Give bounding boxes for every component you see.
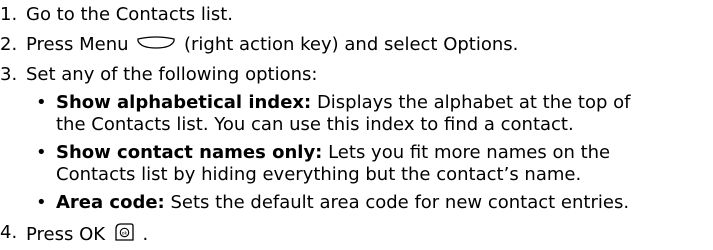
right-action-key-icon bbox=[136, 34, 176, 56]
step-text-before: Press OK bbox=[26, 224, 106, 245]
bullet: • bbox=[36, 92, 47, 113]
step-text: Press OK ok . bbox=[26, 222, 148, 248]
step-text-after: (right action key) and select Options. bbox=[183, 34, 519, 55]
step-text: Press Menu (right action key) and select… bbox=[26, 34, 518, 56]
step-number: 3. bbox=[0, 64, 18, 85]
option-description: Sets the default area code for new conta… bbox=[164, 192, 630, 213]
option-description-continued: Contacts list by hiding everything but t… bbox=[56, 164, 582, 185]
option-description-continued: the Contacts list. You can use this inde… bbox=[56, 114, 574, 135]
step-number: 2. bbox=[0, 34, 18, 55]
option-label: Show contact names only: bbox=[56, 142, 323, 163]
step-text-before: Press Menu bbox=[26, 34, 129, 55]
option-description: Lets you fit more names on the bbox=[322, 142, 611, 163]
step-text-after: . bbox=[142, 224, 149, 245]
svg-text:ok: ok bbox=[122, 230, 128, 236]
step-number: 4. bbox=[0, 222, 18, 243]
option-label: Area code: bbox=[56, 192, 165, 213]
ok-key-icon: ok bbox=[113, 222, 135, 248]
step-text: Go to the Contacts list. bbox=[26, 4, 234, 25]
instruction-list: 1. Go to the Contacts list. 2. Press Men… bbox=[0, 0, 713, 250]
bullet: • bbox=[36, 192, 47, 213]
option-label: Show alphabetical index: bbox=[56, 92, 312, 113]
option-description: Displays the alphabet at the top of bbox=[311, 92, 631, 113]
step-number: 1. bbox=[0, 4, 18, 25]
step-text: Set any of the following options: bbox=[26, 64, 318, 85]
bullet: • bbox=[36, 142, 47, 163]
